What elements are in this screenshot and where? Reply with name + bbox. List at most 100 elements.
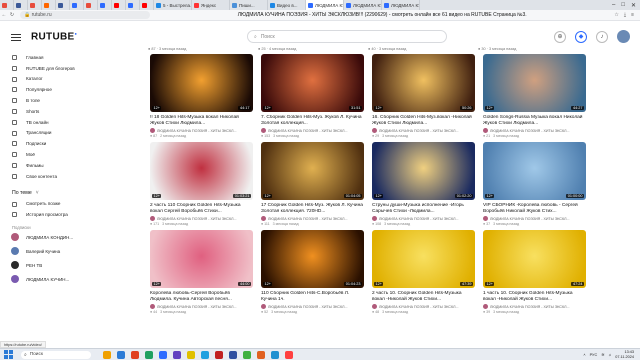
video-card[interactable]: 12+ 44:00 Королева любовь-Сергей Воробьёв …	[150, 230, 253, 314]
video-title[interactable]: Струны души-Музыка исполнение -Игорь Сар…	[372, 203, 475, 215]
sidebar-item-shorts[interactable]: Shorts	[0, 106, 140, 117]
taskbar-search[interactable]: ⌕ Поиск	[21, 350, 91, 359]
sidebar-item-own-content[interactable]: Свое контента	[0, 171, 140, 182]
search-input[interactable]: ⌕ Поиск	[247, 30, 447, 43]
volume-icon[interactable]: ♫	[608, 353, 611, 357]
menu-icon[interactable]: ≡	[631, 12, 634, 18]
taskbar-app-icon[interactable]	[117, 350, 125, 359]
video-thumbnail[interactable]: 12+ 50:26	[372, 54, 475, 112]
video-card[interactable]: 12+ 01:04:23 110 Сборник Golden Hits-С.Вор…	[261, 230, 364, 314]
sidebar-item-films[interactable]: Фильмы	[0, 160, 140, 171]
sidebar-channel[interactable]: ЛЮДМИЛА КОНДИН...	[0, 230, 140, 244]
sidebar-item-streams[interactable]: Трансляции	[0, 128, 140, 139]
video-channel[interactable]: ЛЮДМИЛА КУЧИНА ПОЭЗИЯ - ХИТЫ ЭКСКЛ...	[483, 128, 586, 133]
browser-tab[interactable]	[98, 0, 112, 10]
taskbar-app-icon[interactable]	[173, 350, 181, 359]
browser-tab[interactable]	[140, 0, 154, 10]
browser-tab[interactable]: Яндекс	[192, 0, 230, 10]
video-title[interactable]: 2 часть 110 Сборник Golden Hits-Музыка в…	[150, 203, 253, 215]
sidebar-item-my[interactable]: Моё	[0, 149, 140, 160]
taskbar-app-icon[interactable]	[243, 350, 251, 359]
video-thumbnail[interactable]: 12+ 01:04:23	[261, 230, 364, 288]
browser-tab[interactable]: Видео в...	[268, 0, 306, 10]
video-channel[interactable]: ЛЮДМИЛА КУЧИНА ПОЭЗИЯ - ХИТЫ ЭКСКЛ...	[372, 128, 475, 133]
video-channel[interactable]: ЛЮДМИЛА КУЧИНА ПОЭЗИЯ - ХИТЫ ЭКСКЛ...	[261, 304, 364, 309]
video-channel[interactable]: ЛЮДМИЛА КУЧИНА ПОЭЗИЯ - ХИТЫ ЭКСКЛ...	[261, 128, 364, 133]
browser-tab[interactable]: ЛЮДМИЛА КУЧИН	[344, 0, 382, 10]
wifi-icon[interactable]: ≋	[601, 352, 604, 357]
browser-tab[interactable]	[126, 0, 140, 10]
video-channel[interactable]: ЛЮДМИЛА КУЧИНА ПОЭЗИЯ - ХИТЫ ЭКСКЛ...	[150, 128, 253, 133]
browser-tab[interactable]: Пиши...	[230, 0, 268, 10]
video-title[interactable]: 7. Сборник Golden Hits-Муз. Жуков Л. Куч…	[261, 115, 364, 127]
maximize-icon[interactable]: □	[621, 2, 625, 9]
video-thumbnail[interactable]: 12+ 01:00:00	[483, 142, 586, 200]
video-title[interactable]: 17 Сборник Golden Hits-Муз. Жуков Л. Куч…	[261, 203, 364, 215]
browser-tab[interactable]	[56, 0, 70, 10]
video-channel[interactable]: ЛЮДМИЛА КУЧИНА ПОЭЗИЯ - ХИТЫ ЭКСКЛ...	[150, 304, 253, 309]
bookmark-icon[interactable]: ☆	[614, 12, 618, 18]
download-icon[interactable]: ⤓	[624, 12, 626, 18]
taskbar-app-icon[interactable]	[131, 350, 139, 359]
video-thumbnail[interactable]: 12+ 47:24	[483, 230, 586, 288]
video-thumbnail[interactable]: 12+ 01:03:21	[150, 142, 253, 200]
video-channel[interactable]: ЛЮДМИЛА КУЧИНА ПОЭЗИЯ - ХИТЫ ЭКСКЛ...	[372, 216, 475, 221]
taskbar-app-icon[interactable]	[229, 350, 237, 359]
upload-icon[interactable]: ⊕	[554, 30, 566, 43]
browser-tab[interactable]: ЛЮДМИЛА КУЧИН	[382, 0, 420, 10]
taskbar-app-icon[interactable]	[285, 350, 293, 359]
browser-tab[interactable]: 5 - Выстрела...	[154, 0, 192, 10]
taskbar-app-icon[interactable]	[103, 350, 111, 359]
bell-icon[interactable]: ♪	[596, 30, 608, 43]
notifications-icon[interactable]: ◆	[575, 30, 587, 43]
taskbar-app-icon[interactable]	[145, 350, 153, 359]
browser-tab[interactable]	[112, 0, 126, 10]
sidebar-item-bloggers[interactable]: RUTUBE для блогеров	[0, 63, 140, 74]
video-thumbnail[interactable]: 12+ 44:17	[150, 54, 253, 112]
browser-tab[interactable]	[0, 0, 14, 10]
taskbar-app-icon[interactable]	[159, 350, 167, 359]
video-card[interactable]: 12+ 01:04:05 17 Сборник Golden Hits-Муз. Ж…	[261, 142, 364, 226]
taskbar-app-icon[interactable]	[215, 350, 223, 359]
video-channel[interactable]: ЛЮДМИЛА КУЧИНА ПОЭЗИЯ - ХИТЫ ЭКСКЛ...	[483, 216, 586, 221]
video-title[interactable]: 1 часть 10. Сборник Golden Hits-Музыка в…	[483, 291, 586, 303]
video-card[interactable]: 12+ 01:00:00 VIP СБОРНИК -Королева любовь …	[483, 142, 586, 226]
sidebar-item-catalog[interactable]: Каталог	[0, 74, 140, 85]
taskbar-app-icon[interactable]	[201, 350, 209, 359]
minimize-icon[interactable]: –	[612, 2, 615, 9]
sidebar-item-tv[interactable]: ТВ онлайн	[0, 117, 140, 128]
video-thumbnail[interactable]: 12+ 44:00	[150, 230, 253, 288]
close-icon[interactable]: ✕	[631, 2, 636, 9]
video-thumbnail[interactable]: 12+ 47:39	[372, 230, 475, 288]
video-title[interactable]: VIP СБОРНИК -Королева любовь - Сергей Во…	[483, 203, 586, 215]
sidebar-item-watch-later[interactable]: Смотреть позже	[0, 199, 140, 210]
sidebar-item-history[interactable]: История просмотра	[0, 209, 140, 220]
sidebar-item-popular[interactable]: Популярное	[0, 84, 140, 95]
browser-tab[interactable]	[84, 0, 98, 10]
video-card[interactable]: 12+ 50:26 16. Сборник Golden Hits-Муз.вока…	[372, 54, 475, 138]
sidebar-channel[interactable]: РЕН ТВ	[0, 258, 140, 272]
video-title[interactable]: Golden Songs-Russia Музыка вокал Николай…	[483, 115, 586, 127]
video-thumbnail[interactable]: 12+ 44:27	[483, 54, 586, 112]
language-indicator[interactable]: РУС	[590, 353, 598, 357]
video-card[interactable]: 12+ 01:03:21 2 часть 110 Сборник Golden Hi…	[150, 142, 253, 226]
video-card[interactable]: 12+ 01:02:20 Струны души-Музыка исполнение…	[372, 142, 475, 226]
sidebar-item-subscriptions[interactable]: Подписки	[0, 138, 140, 149]
video-title[interactable]: 2 часть 10. Сборник Golden Hits-Музыка в…	[372, 291, 475, 303]
chevron-up-icon[interactable]: ˄	[583, 353, 585, 357]
windows-start-icon[interactable]	[4, 350, 13, 359]
back-icon[interactable]: ←	[0, 12, 8, 18]
video-card[interactable]: 12+ 47:39 2 часть 10. Сборник Golden Hits-…	[372, 230, 475, 314]
reload-icon[interactable]: ↻	[8, 12, 16, 18]
url-field[interactable]: 🔒 rutube.ru	[20, 11, 150, 19]
video-channel[interactable]: ЛЮДМИЛА КУЧИНА ПОЭЗИЯ - ХИТЫ ЭКСКЛ...	[150, 216, 253, 221]
sidebar-item-top[interactable]: В топе	[0, 95, 140, 106]
avatar[interactable]	[617, 30, 630, 43]
hamburger-menu-icon[interactable]	[11, 33, 21, 41]
video-channel[interactable]: ЛЮДМИЛА КУЧИНА ПОЭЗИЯ - ХИТЫ ЭКСКЛ...	[372, 304, 475, 309]
sidebar-item-home[interactable]: Главная	[0, 52, 140, 63]
browser-tab[interactable]: ЛЮДМИЛА КУЧИ...	[306, 0, 344, 10]
browser-tab[interactable]	[28, 0, 42, 10]
taskbar-app-icon[interactable]	[257, 350, 265, 359]
video-thumbnail[interactable]: 12+ 31:51	[261, 54, 364, 112]
